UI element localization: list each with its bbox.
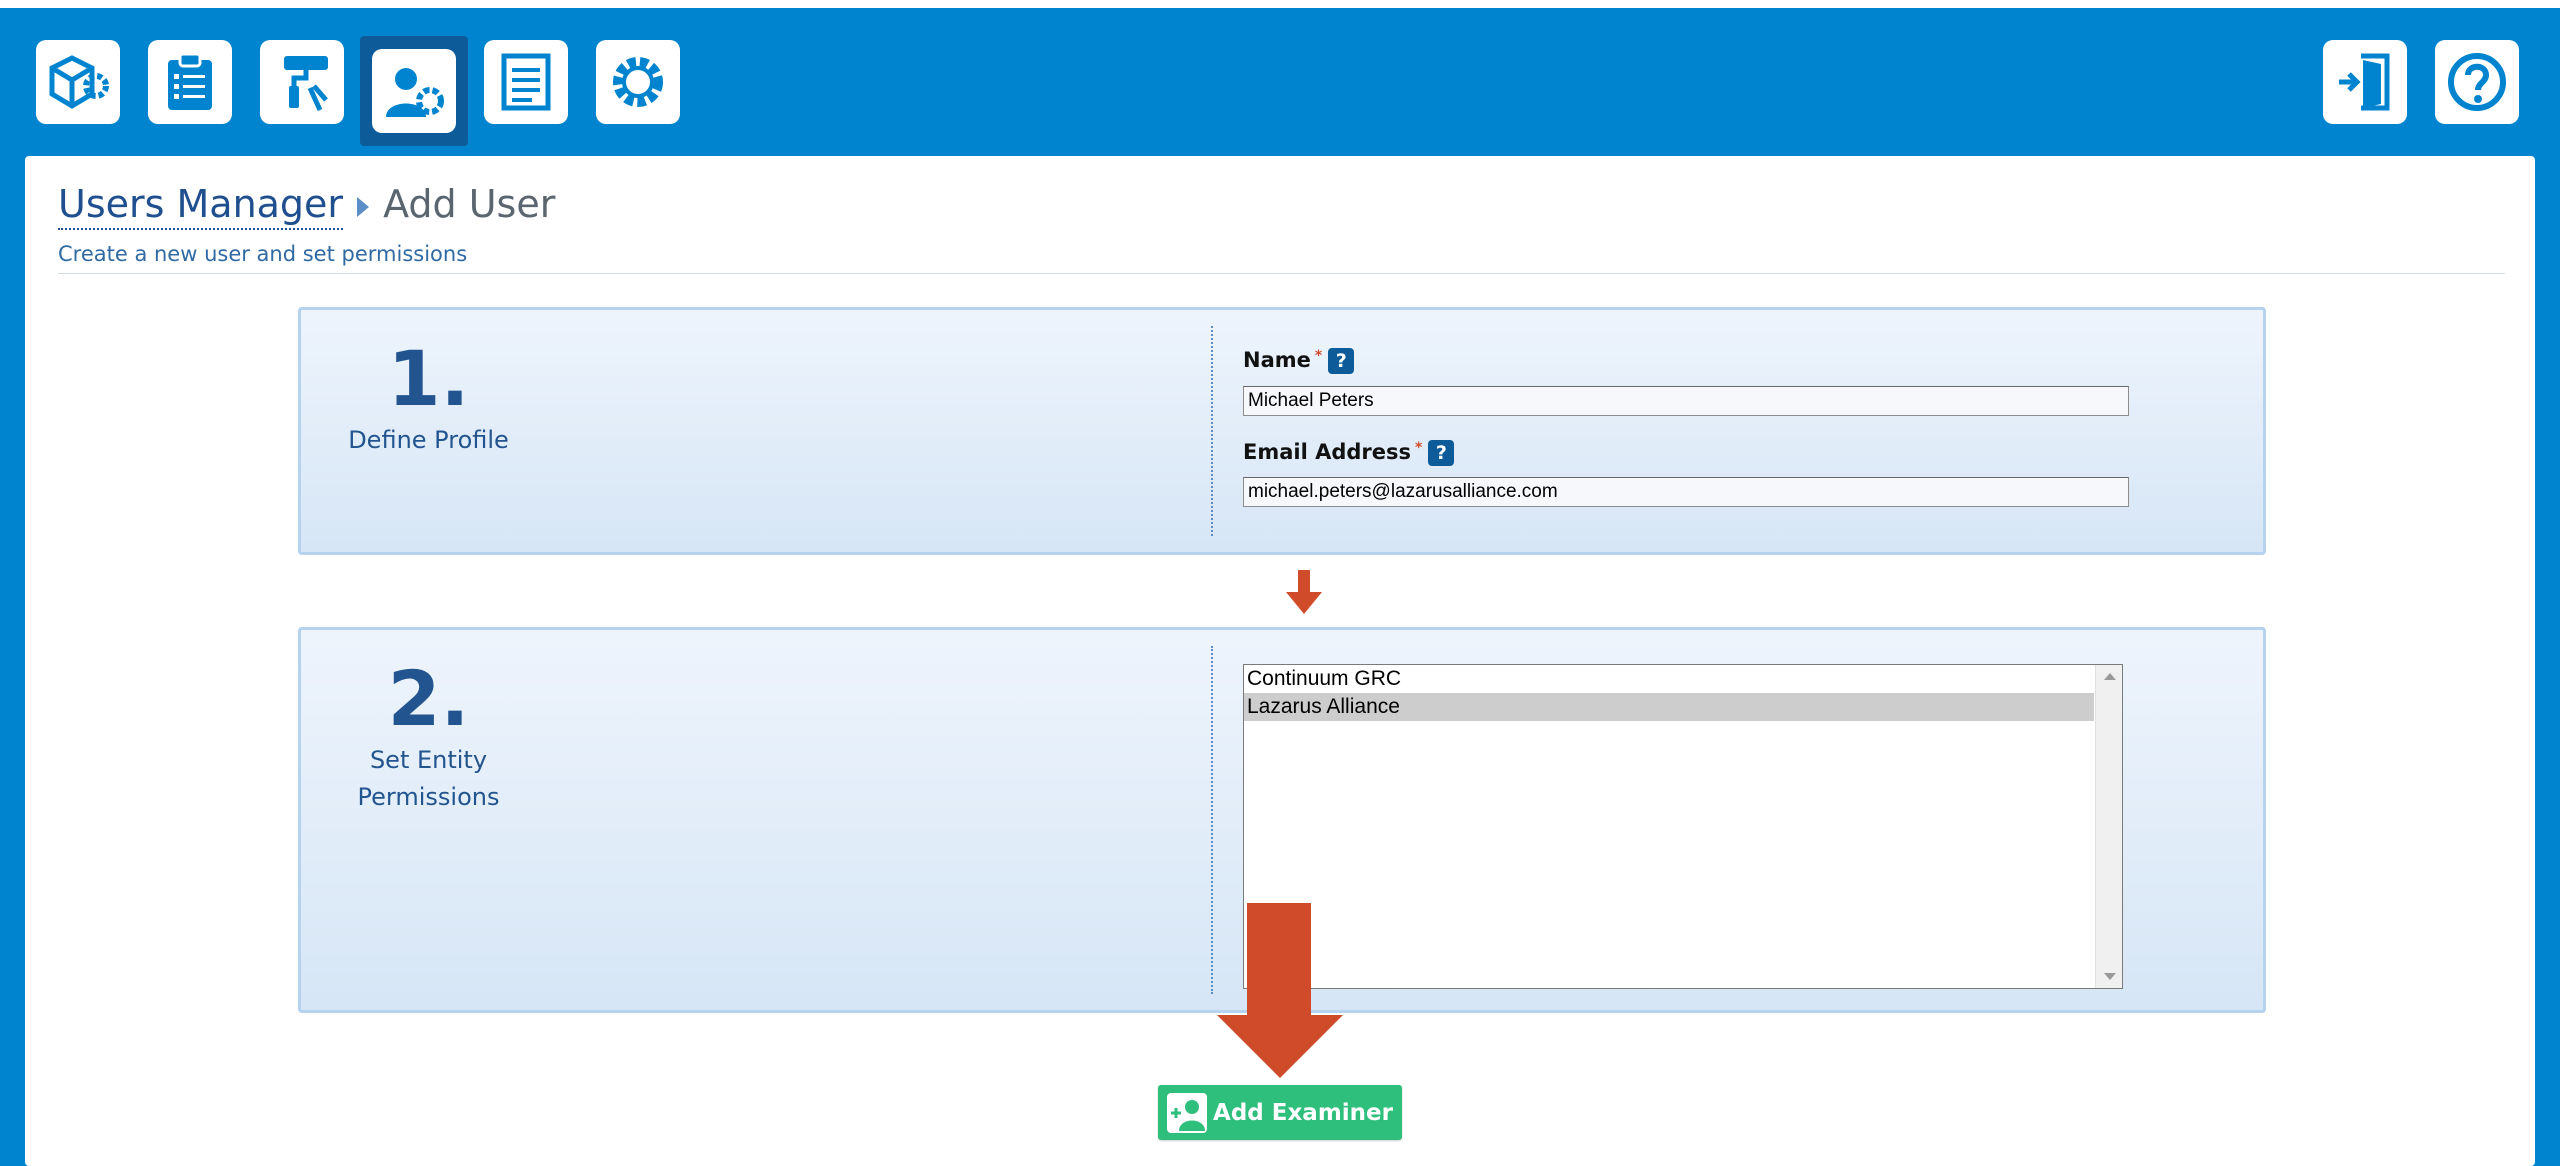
breadcrumb-users-manager[interactable]: Users Manager [58, 182, 344, 230]
assets-settings-icon [49, 55, 109, 109]
window-edge [0, 0, 2560, 8]
email-label: Email Address * [1243, 440, 1455, 466]
add-examiner-label: Add Examiner [1213, 1099, 1393, 1126]
tool-users-manager-face [372, 49, 456, 133]
help-icon [2448, 53, 2506, 111]
scroll-up-icon[interactable] [2104, 673, 2116, 680]
exit-door-icon [2339, 53, 2390, 111]
name-label: Name * [1243, 348, 1355, 374]
step-number: 2. [387, 654, 470, 743]
users-settings-icon [386, 68, 444, 117]
page-title: Add User [383, 182, 556, 226]
tool-design[interactable] [260, 40, 344, 124]
email-label-text: Email Address [1243, 440, 1412, 464]
paint-roller-tools-icon [284, 56, 328, 112]
step-divider [1211, 646, 1213, 994]
step-label-line1: Set Entity [369, 746, 488, 774]
entity-listbox[interactable]: Continuum GRC Lazarus Alliance [1243, 664, 2123, 989]
document-list-icon [501, 53, 551, 111]
gear-icon [613, 57, 663, 107]
entity-option[interactable]: Continuum GRC [1244, 665, 2094, 693]
email-help-icon[interactable] [1428, 440, 1455, 466]
step-divider [1211, 326, 1213, 536]
entity-option-selected[interactable]: Lazarus Alliance [1244, 693, 2094, 721]
name-help-icon[interactable] [1328, 348, 1355, 374]
step-number: 1. [387, 334, 470, 423]
clipboard-checklist-icon [168, 52, 212, 110]
email-field[interactable] [1243, 477, 2129, 507]
step-define-profile: 1. Define Profile Name* Email Address* [298, 307, 2266, 555]
tool-clipboard[interactable] [148, 40, 232, 124]
step-label: Define Profile [348, 426, 509, 454]
required-mark: * [1314, 348, 1323, 364]
name-label-text: Name [1243, 348, 1311, 372]
breadcrumb-separator-icon [357, 196, 370, 217]
step-label-line2: Permissions [357, 783, 500, 811]
header-divider [58, 273, 2505, 274]
required-mark: * [1415, 440, 1423, 456]
tool-settings[interactable] [596, 40, 680, 124]
tool-reports[interactable] [484, 40, 568, 124]
step-label: Set Entity Permissions [301, 742, 556, 816]
tool-users-manager[interactable] [360, 36, 468, 146]
breadcrumb: Users Manager Add User [58, 182, 556, 230]
add-examiner-button[interactable]: Add Examiner [1158, 1085, 1402, 1140]
page-subtitle: Create a new user and set permissions [58, 242, 468, 266]
scroll-down-icon[interactable] [2104, 973, 2116, 980]
name-field[interactable] [1243, 386, 2129, 416]
tool-assets-settings[interactable] [36, 40, 120, 124]
help-button[interactable] [2435, 40, 2519, 124]
logout-button[interactable] [2323, 40, 2407, 124]
top-toolbar [0, 8, 2560, 156]
down-arrow-icon [1286, 570, 1322, 614]
add-user-icon [1167, 1092, 1208, 1133]
callout-arrow-icon [1217, 903, 1343, 1078]
listbox-scrollbar[interactable] [2095, 665, 2122, 988]
